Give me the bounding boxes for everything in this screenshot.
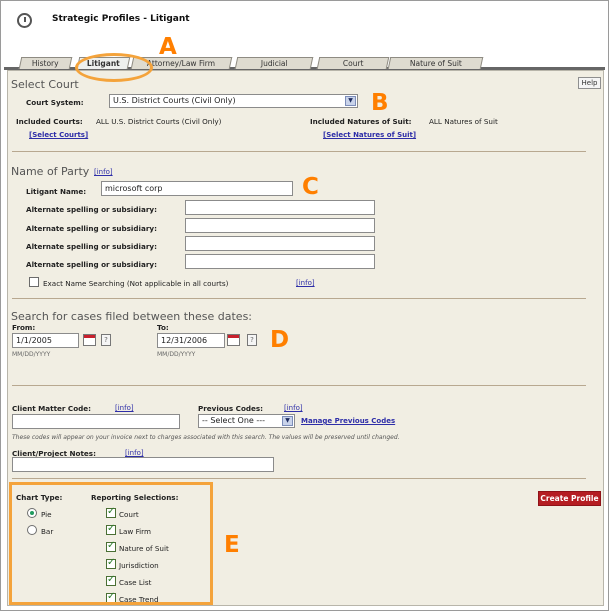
- alternate-label-4: Alternate spelling or subsidiary:: [26, 260, 157, 269]
- from-date-input[interactable]: 1/1/2005: [12, 333, 79, 348]
- court-system-label: Court System:: [26, 98, 84, 107]
- client-codes-note: These codes will appear on your invoice …: [12, 434, 400, 441]
- select-courts-link[interactable]: [Select Courts]: [29, 131, 88, 139]
- alternate-label-1: Alternate spelling or subsidiary:: [26, 205, 157, 214]
- included-natures-label: Included Natures of Suit:: [310, 117, 412, 126]
- client-matter-input[interactable]: [12, 414, 180, 429]
- name-of-party-title: Name of Party: [11, 165, 90, 178]
- annotation-a: A: [159, 34, 177, 60]
- divider: [12, 385, 586, 386]
- clock-icon: [17, 13, 32, 28]
- manage-previous-codes-link[interactable]: Manage Previous Codes: [301, 417, 395, 425]
- client-project-info-link[interactable]: [info]: [125, 449, 144, 457]
- included-courts-label: Included Courts:: [16, 117, 83, 126]
- previous-codes-info-link[interactable]: [info]: [284, 404, 303, 412]
- litigant-name-input[interactable]: microsoft corp: [101, 181, 293, 196]
- alternate-label-2: Alternate spelling or subsidiary:: [26, 224, 157, 233]
- help-question-icon[interactable]: ?: [101, 334, 111, 346]
- select-court-title: Select Court: [11, 78, 79, 91]
- to-date-input[interactable]: 12/31/2006: [157, 333, 225, 348]
- annotation-d: D: [270, 327, 290, 353]
- from-date-format: MM/DD/YYYY: [12, 351, 51, 358]
- annotation-e: E: [224, 532, 240, 558]
- select-natures-link[interactable]: [Select Natures of Suit]: [323, 131, 416, 139]
- client-project-input[interactable]: [12, 457, 274, 472]
- exact-name-checkbox[interactable]: [29, 277, 39, 287]
- calendar-icon[interactable]: [227, 334, 240, 346]
- create-profile-button[interactable]: Create Profile: [538, 491, 601, 506]
- alternate-input-4[interactable]: [185, 254, 375, 269]
- divider: [12, 298, 586, 299]
- client-matter-info-link[interactable]: [info]: [115, 404, 134, 412]
- exact-name-label: Exact Name Searching (Not applicable in …: [43, 279, 229, 288]
- highlight-oval: [75, 53, 153, 82]
- litigant-name-label: Litigant Name:: [26, 187, 87, 196]
- chevron-down-icon: ▼: [282, 416, 293, 426]
- divider: [12, 151, 586, 152]
- client-matter-label: Client Matter Code:: [12, 404, 92, 413]
- highlight-box: [9, 482, 213, 605]
- page-title: Strategic Profiles - Litigant: [52, 14, 190, 24]
- tab-history[interactable]: History: [18, 57, 73, 69]
- title-bar: [1, 1, 608, 47]
- tab-nature-of-suit[interactable]: Nature of Suit: [387, 57, 484, 69]
- tab-court[interactable]: Court: [316, 57, 390, 69]
- included-natures-value: ALL Natures of Suit: [429, 117, 498, 126]
- from-label: From:: [12, 323, 36, 332]
- to-date-format: MM/DD/YYYY: [157, 351, 196, 358]
- date-search-title: Search for cases filed between these dat…: [11, 310, 253, 323]
- alternate-input-1[interactable]: [185, 200, 375, 215]
- divider: [12, 478, 586, 479]
- chevron-down-icon: ▼: [345, 96, 356, 106]
- previous-codes-select[interactable]: -- Select One --- ▼: [198, 414, 295, 428]
- alternate-input-2[interactable]: [185, 218, 375, 233]
- name-info-link[interactable]: [info]: [94, 168, 113, 176]
- annotation-b: B: [371, 90, 389, 116]
- previous-codes-value: -- Select One ---: [202, 416, 266, 425]
- court-system-select[interactable]: U.S. District Courts (Civil Only) ▼: [109, 94, 358, 108]
- included-courts-value: ALL U.S. District Courts (Civil Only): [96, 117, 222, 126]
- help-question-icon[interactable]: ?: [247, 334, 257, 346]
- calendar-icon[interactable]: [83, 334, 96, 346]
- alternate-label-3: Alternate spelling or subsidiary:: [26, 242, 157, 251]
- exact-info-link[interactable]: [info]: [296, 279, 315, 287]
- annotation-c: C: [302, 174, 319, 200]
- previous-codes-label: Previous Codes:: [198, 404, 264, 413]
- to-label: To:: [157, 323, 169, 332]
- alternate-input-3[interactable]: [185, 236, 375, 251]
- help-button[interactable]: Help: [578, 77, 601, 89]
- court-system-value: U.S. District Courts (Civil Only): [113, 96, 236, 105]
- tab-judicial[interactable]: Judicial: [234, 57, 314, 69]
